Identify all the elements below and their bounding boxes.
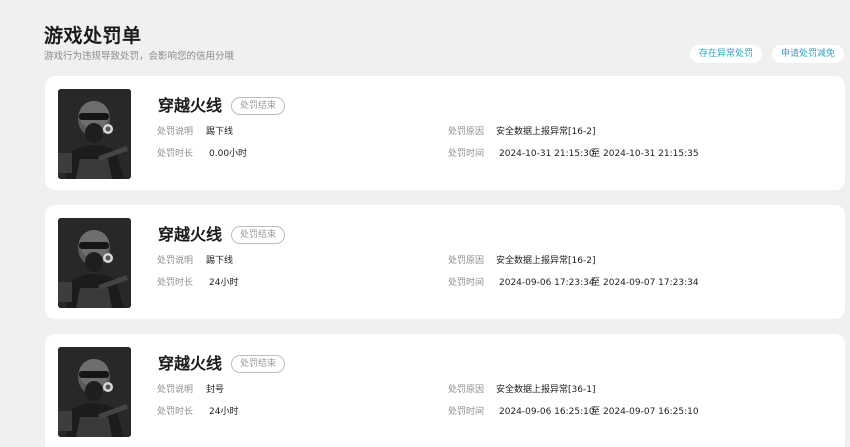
status-badge: 处罚结束 [231, 355, 286, 373]
time-start: 2024-10-31 21:15:30 [499, 149, 595, 159]
time-start: 2024-09-06 16:25:10 [499, 407, 595, 417]
desc-label: 处罚说明 [157, 127, 194, 137]
page-header: 游戏处罚单 游戏行为违规导致处罚，会影响您的信用分哦 [44, 24, 234, 64]
reason-value: 安全数据上报异常[16-2] [496, 256, 596, 266]
time-end: 2024-09-07 17:23:34 [603, 278, 699, 288]
report-abnormal-button[interactable]: 存在异常处罚 [689, 45, 762, 63]
time-end: 2024-09-07 16:25:10 [603, 407, 699, 417]
duration-label: 处罚时长 [157, 278, 194, 288]
game-name: 穿越火线 [158, 96, 223, 115]
reason-label: 处罚原因 [448, 385, 485, 395]
time-start: 2024-09-06 17:23:34 [499, 278, 595, 288]
time-label: 处罚时间 [448, 278, 485, 288]
desc-value: 踢下线 [206, 127, 234, 137]
duration-value: 24小时 [209, 407, 239, 417]
duration-label: 处罚时长 [157, 149, 194, 159]
reason-label: 处罚原因 [448, 127, 485, 137]
reason-value: 安全数据上报异常[36-1] [496, 385, 596, 395]
soldier-gas-mask-icon [58, 347, 131, 437]
punishment-card[interactable]: 穿越火线 处罚结束 处罚说明 踢下线 处罚时长 0.00小时 处罚原因 安全数据… [45, 76, 845, 190]
soldier-gas-mask-icon [58, 89, 131, 179]
header-actions: 存在异常处罚 申请处罚减免 [689, 45, 844, 63]
desc-label: 处罚说明 [157, 256, 194, 266]
desc-value: 踢下线 [206, 256, 234, 266]
time-label: 处罚时间 [448, 149, 485, 159]
time-separator: 至 [591, 149, 601, 159]
desc-label: 处罚说明 [157, 385, 194, 395]
desc-value: 封号 [206, 385, 225, 395]
reason-label: 处罚原因 [448, 256, 485, 266]
time-label: 处罚时间 [448, 407, 485, 417]
time-separator: 至 [591, 407, 601, 417]
punishment-card[interactable]: 穿越火线 处罚结束 处罚说明 封号 处罚时长 24小时 处罚原因 安全数据上报异… [45, 334, 845, 447]
time-separator: 至 [591, 278, 601, 288]
status-badge: 处罚结束 [231, 97, 286, 115]
duration-value: 24小时 [209, 278, 239, 288]
page-subtitle: 游戏行为违规导致处罚，会影响您的信用分哦 [44, 51, 235, 62]
game-name: 穿越火线 [158, 354, 223, 373]
time-end: 2024-10-31 21:15:35 [603, 149, 699, 159]
duration-value: 0.00小时 [209, 149, 248, 159]
punishment-card[interactable]: 穿越火线 处罚结束 处罚说明 踢下线 处罚时长 24小时 处罚原因 安全数据上报… [45, 205, 845, 319]
punishment-page: 游戏处罚单 游戏行为违规导致处罚，会影响您的信用分哦 存在异常处罚 申请处罚减免 [0, 0, 850, 447]
reason-value: 安全数据上报异常[16-2] [496, 127, 596, 137]
duration-label: 处罚时长 [157, 407, 194, 417]
game-name: 穿越火线 [158, 225, 223, 244]
status-badge: 处罚结束 [231, 226, 286, 244]
page-title: 游戏处罚单 [44, 25, 142, 47]
soldier-gas-mask-icon [58, 218, 131, 308]
appeal-reduction-button[interactable]: 申请处罚减免 [771, 45, 844, 63]
